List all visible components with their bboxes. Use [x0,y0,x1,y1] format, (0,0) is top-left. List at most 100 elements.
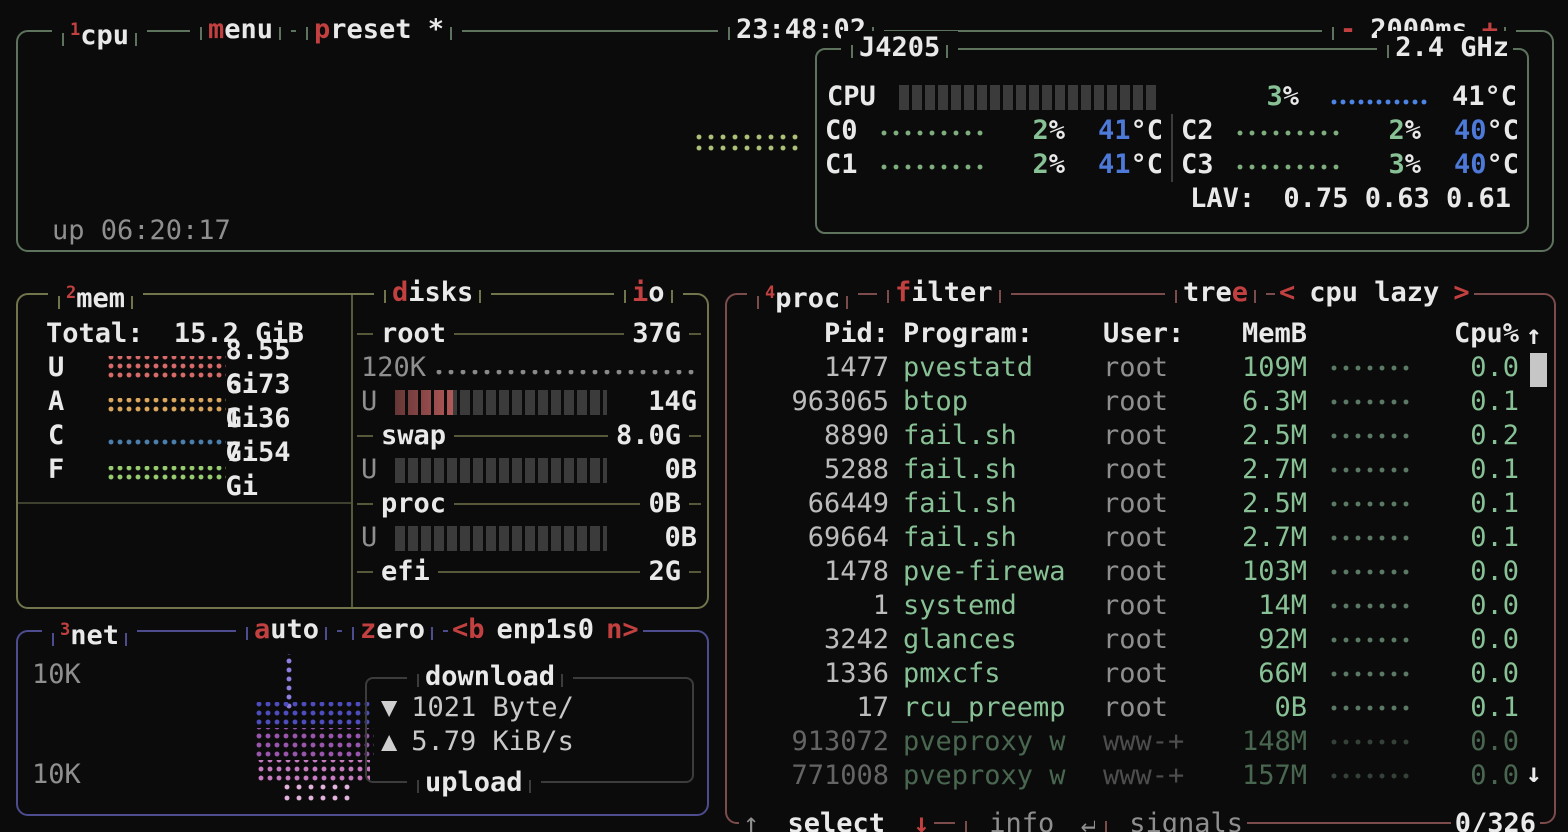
process-pid: 66449 [741,487,889,521]
tab-proc[interactable]: 4proc [747,276,858,316]
iface-next-button[interactable]: n> [606,614,639,645]
iface-name: enp1s0 [497,614,595,645]
process-row[interactable]: 66449 fail.sh root 2.5M 0.1 [727,487,1554,521]
process-name: fail.sh [903,487,1103,521]
net-auto-toggle[interactable]: auto [236,613,337,647]
process-name: pveproxy w [903,725,1103,759]
process-row[interactable]: 69664 fail.sh root 2.7M 0.1 [727,521,1554,555]
core-c1: C1 2% 41°C [817,148,1171,182]
signals-button[interactable]: signals [1095,807,1247,832]
tree-hotkey: e [1232,277,1248,308]
net-zero-toggle[interactable]: zero [342,613,443,647]
filter-label: ilter [911,277,992,308]
filter-button[interactable]: filter [877,276,1011,310]
menu-button[interactable]: menu [190,13,291,47]
process-row[interactable]: 3242 glances root 92M 0.0 [727,623,1554,657]
select-label: select [788,808,886,832]
cpu-frequency: 2.4 GHz [1377,31,1513,65]
bracket [1105,821,1107,832]
preset-button[interactable]: preset * [296,13,462,47]
process-name: pve-firewa [903,555,1103,589]
core-row-2: C1 2% 41°C C3 3% 40°C [817,148,1527,182]
proc-scrollbar-thumb[interactable] [1530,353,1547,387]
process-row[interactable]: 771008 pveproxy w www-+ 157M 0.0 [727,759,1554,793]
bracket [246,627,248,640]
core-c2: C2 2% 40°C [1171,114,1527,148]
bracket [125,633,127,646]
proc-tab-label: proc [775,283,840,314]
signals-label: signals [1129,808,1243,832]
disk-size: 2G [640,555,689,589]
sort-selector[interactable]: <cpu lazy> [1275,276,1474,310]
process-row[interactable]: 1336 pmxcfs root 66M 0.0 [727,657,1554,691]
process-name: pmxcfs [903,657,1103,691]
info-label: info [989,808,1054,832]
disk-name: proc [373,487,454,521]
process-row[interactable]: 1478 pve-firewa root 103M 0.0 [727,555,1554,589]
col-user[interactable]: User: [1103,317,1207,351]
disk-swap-header: swap 8.0G [353,419,705,453]
process-mem: 109M [1207,351,1307,385]
process-cpu: 0.0 [1435,725,1519,759]
sort-next-button[interactable]: > [1453,277,1469,308]
process-user: www-+ [1103,725,1207,759]
process-pid: 963065 [741,385,889,419]
process-cpu-graph [1331,599,1415,614]
core-name: C0 [825,114,881,148]
bracket [52,633,54,646]
mem-row-key: C [48,419,92,453]
core-temp: 41°C [1065,114,1163,148]
proc-footer-select: ↑ select ↓ [739,807,934,832]
disk-root-header: root 37G [353,317,705,351]
bracket [846,296,848,309]
process-cpu: 0.1 [1435,453,1519,487]
process-pid: 5288 [741,453,889,487]
cpu-box: 1cpu menu preset * 23:48:02 -2000ms+ up … [16,30,1554,252]
col-cpu[interactable]: Cpu% [1435,317,1519,351]
net-scale-top: 10K [32,658,81,692]
process-row[interactable]: 963065 btop root 6.3M 0.1 [727,385,1554,419]
disk-io-value: 120K [361,351,426,385]
tab-cpu[interactable]: 1cpu [52,13,147,53]
col-mem[interactable]: MemB [1207,317,1307,351]
process-cpu: 0.1 [1435,691,1519,725]
process-mem: 2.7M [1207,453,1307,487]
process-row[interactable]: 5288 fail.sh root 2.7M 0.1 [727,453,1554,487]
core-c3: C3 3% 40°C [1171,148,1527,182]
tree-toggle[interactable]: tree [1165,276,1266,310]
core-name: C3 [1181,148,1237,182]
process-row[interactable]: 1 systemd root 14M 0.0 [727,589,1554,623]
process-pid: 1478 [741,555,889,589]
mem-free-graph [108,466,226,483]
core-percent: 2% [1032,114,1065,148]
disk-name: efi [373,555,438,589]
select-down-arrow[interactable]: ↓ [913,808,929,832]
bracket [999,290,1001,303]
process-pid: 1477 [741,351,889,385]
core-c0: C0 2% 41°C [817,114,1171,148]
info-button[interactable]: info ↵ [955,807,1101,832]
process-row[interactable]: 8890 fail.sh root 2.5M 0.2 [727,419,1554,453]
col-pid[interactable]: Pid: [741,317,889,351]
bracket [1387,45,1389,58]
col-program[interactable]: Program: [903,317,1103,351]
core-graph [881,130,985,141]
scroll-down-arrow[interactable]: ↓ [1526,757,1542,791]
bracket [1175,290,1177,303]
process-mem: 2.5M [1207,487,1307,521]
iface-prev-button[interactable]: <b [452,614,485,645]
process-user: www-+ [1103,759,1207,793]
net-interface-switcher[interactable]: <b enp1s0 n> [448,613,643,647]
interval-decrease-button[interactable]: - [1340,14,1356,45]
process-pid: 69664 [741,521,889,555]
select-up-arrow[interactable]: ↑ [743,808,759,832]
process-row[interactable]: 913072 pveproxy w www-+ 148M 0.0 [727,725,1554,759]
bracket [352,627,354,640]
disk-used-value: 0B [664,453,697,487]
tab-net[interactable]: 3net [42,613,137,653]
sort-direction-arrow: ↑ [1526,319,1542,353]
process-cpu: 0.2 [1435,419,1519,453]
sort-prev-button[interactable]: < [1279,277,1295,308]
process-row[interactable]: 1477 pvestatd root 109M 0.0 [727,351,1554,385]
process-row[interactable]: 17 rcu_preemp root 0B 0.1 [727,691,1554,725]
